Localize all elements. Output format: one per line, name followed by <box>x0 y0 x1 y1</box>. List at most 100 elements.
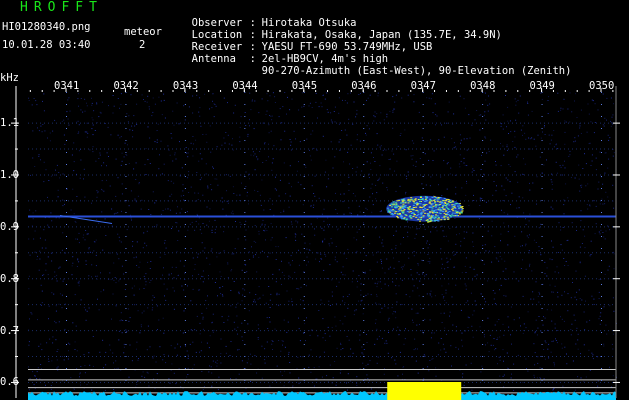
noise-dot <box>157 373 158 375</box>
noise-dot <box>51 260 53 262</box>
noise-dot <box>47 274 49 276</box>
noise-dot <box>537 295 539 297</box>
echo-pixel <box>443 197 446 199</box>
noise-dot <box>580 186 582 188</box>
noise-dot <box>503 154 505 156</box>
noise-dot <box>310 133 312 135</box>
noise-dot <box>121 152 123 154</box>
noise-dot <box>192 368 194 370</box>
noise-dot <box>177 206 178 208</box>
noise-dot <box>429 244 431 245</box>
noise-dot <box>495 190 497 192</box>
noise-dot <box>154 202 156 204</box>
time-grid-dot <box>125 140 127 141</box>
time-grid-dot <box>541 164 543 165</box>
echo-pixel <box>440 219 443 221</box>
noise-dot <box>485 250 487 252</box>
noise-dot <box>290 255 292 257</box>
echo-pixel <box>419 203 422 205</box>
noise-dot <box>261 98 263 100</box>
noise-dot <box>49 132 51 134</box>
noise-dot <box>73 213 75 215</box>
noise-dot <box>127 308 129 310</box>
noise-dot <box>561 347 563 349</box>
noise-dot <box>576 327 578 329</box>
time-grid-dot <box>303 248 305 249</box>
noise-dot <box>62 380 63 382</box>
noise-dot <box>490 344 492 346</box>
noise-dot <box>342 348 344 349</box>
noise-dot <box>268 132 270 134</box>
noise-dot <box>598 318 600 320</box>
noise-dot <box>459 166 461 168</box>
noise-dot <box>500 165 502 167</box>
noise-dot <box>253 299 255 301</box>
noise-dot <box>64 203 65 205</box>
noise-dot <box>383 373 385 375</box>
noise-dot <box>593 132 595 134</box>
noise-dot <box>246 362 248 364</box>
noise-dot <box>412 155 414 157</box>
time-grid-dot <box>601 332 602 333</box>
noise-dot <box>57 366 59 368</box>
noise-dot <box>249 119 250 121</box>
echo-pixel <box>454 210 457 212</box>
noise-dot <box>354 310 356 312</box>
noise-dot <box>496 321 498 323</box>
noise-dot <box>36 258 38 260</box>
noise-dot <box>266 93 268 95</box>
noise-dot <box>238 373 240 375</box>
noise-dot <box>410 269 412 270</box>
time-grid-dot <box>541 272 543 273</box>
noise-dot <box>438 184 439 186</box>
noise-dot <box>225 174 227 176</box>
noise-dot <box>554 363 555 365</box>
time-grid-dot <box>303 332 305 333</box>
noise-dot <box>374 116 376 118</box>
noise-dot <box>80 366 82 367</box>
noise-dot <box>109 252 111 254</box>
noise-dot <box>209 208 211 210</box>
noise-dot <box>284 346 286 348</box>
noise-dot <box>286 331 288 333</box>
noise-dot <box>173 290 175 292</box>
noise-dot <box>411 308 413 310</box>
noise-dot <box>321 302 323 304</box>
noise-dot <box>428 97 430 99</box>
time-grid-dot <box>184 128 186 129</box>
noise-dot <box>448 283 450 285</box>
noise-dot <box>43 181 45 183</box>
noise-dot <box>266 230 268 231</box>
noise-dot <box>89 364 91 366</box>
noise-dot <box>92 119 94 121</box>
noise-dot <box>271 119 273 121</box>
noise-dot <box>402 373 403 375</box>
noise-dot <box>348 189 350 191</box>
noise-dot <box>503 360 504 362</box>
noise-dot <box>421 137 423 139</box>
noise-dot <box>231 269 233 270</box>
noise-dot <box>374 161 376 162</box>
echo-pixel <box>407 208 410 210</box>
noise-dot <box>604 152 606 154</box>
time-grid-dot <box>541 308 543 309</box>
noise-dot <box>171 193 173 195</box>
noise-dot <box>405 175 407 177</box>
noise-dot <box>183 289 185 291</box>
noise-dot <box>421 183 423 185</box>
noise-dot <box>507 316 509 318</box>
echo-pixel <box>454 207 457 209</box>
noise-dot <box>91 264 93 266</box>
time-grid-dot <box>125 320 127 321</box>
noise-dot <box>74 349 76 350</box>
noise-dot <box>487 230 489 232</box>
noise-dot <box>237 333 238 335</box>
noise-dot <box>370 294 372 296</box>
noise-dot <box>188 106 190 108</box>
noise-dot <box>303 105 305 107</box>
noise-dot <box>211 189 213 191</box>
noise-dot <box>47 137 48 139</box>
noise-dot <box>417 312 419 314</box>
noise-dot <box>367 293 369 295</box>
noise-dot <box>447 240 449 242</box>
